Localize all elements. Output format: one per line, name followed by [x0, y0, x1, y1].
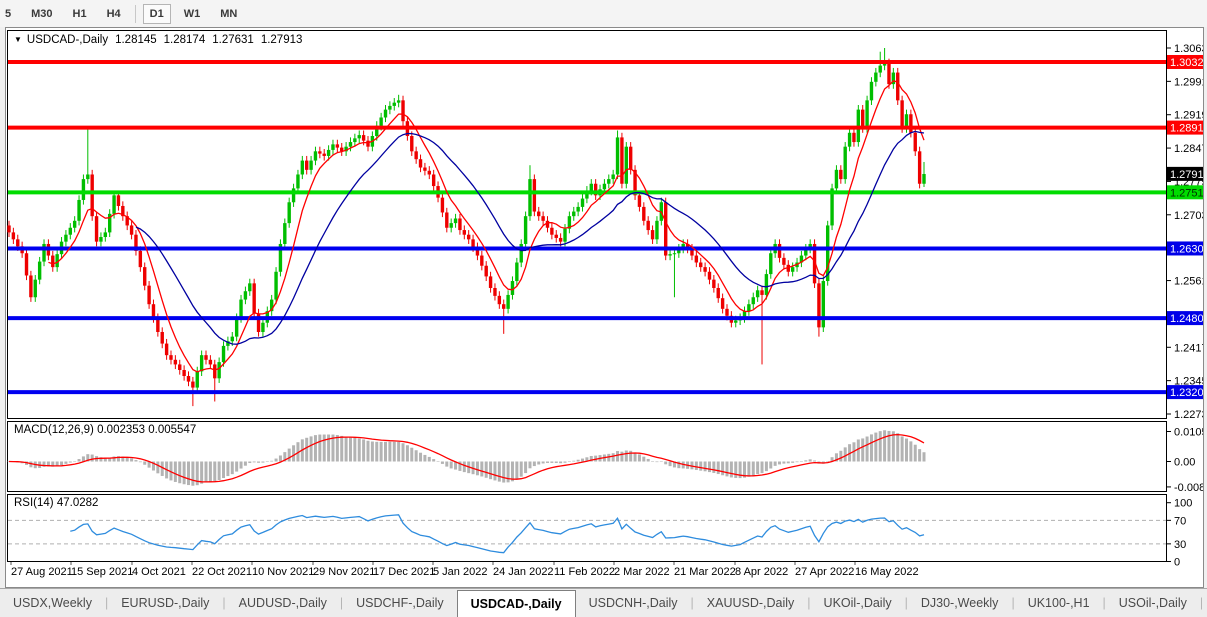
date-axis: 27 Aug 202115 Sep 20214 Oct 2021 22 Oct 2…: [10, 562, 919, 578]
svg-text:27 Apr 2022: 27 Apr 2022: [795, 566, 854, 578]
timeframe-button-m30[interactable]: M30: [24, 4, 59, 24]
toolbar-separator: [134, 4, 136, 23]
macd-values: 0.002353 0.005547: [97, 424, 197, 436]
svg-text:17 Dec 2021: 17 Dec 2021: [373, 566, 435, 578]
chart-open-value: 1.28145: [115, 34, 157, 46]
symbol-dropdown-icon[interactable]: ▼: [14, 35, 22, 44]
chart-symbol: USDCAD-,Daily: [26, 34, 109, 46]
svg-text:2 Mar 2022: 2 Mar 2022: [614, 566, 670, 578]
svg-text:0.010578: 0.010578: [1174, 426, 1203, 438]
tab-hk50-h[interactable]: HK50-,H: [1203, 589, 1207, 617]
tab-usdx-weekly[interactable]: USDX,Weekly: [0, 589, 105, 617]
svg-text:29 Nov 2021: 29 Nov 2021: [313, 566, 375, 578]
svg-text:10 Nov 2021: 10 Nov 2021: [252, 566, 314, 578]
timeframe-toolbar: 5 M30 H1 H4 D1 W1 MN: [0, 0, 1207, 27]
svg-text:5 Jan 2022: 5 Jan 2022: [433, 566, 487, 578]
svg-text:100: 100: [1174, 498, 1192, 510]
chart-close-value: 1.27913: [260, 34, 303, 46]
tab-xauusd-daily[interactable]: XAUUSD-,Daily: [694, 589, 808, 617]
price-axis: 1.306301.299101.291901.284701.277501.270…: [1166, 43, 1203, 421]
tab-dj30-weekly[interactable]: DJ30-,Weekly: [908, 589, 1012, 617]
svg-text:8 Apr 2022: 8 Apr 2022: [735, 566, 788, 578]
timeframe-button-5[interactable]: 5: [0, 4, 18, 24]
svg-text:30: 30: [1174, 539, 1186, 551]
svg-text:4 Oct 2021: 4 Oct 2021: [132, 566, 186, 578]
svg-text:70: 70: [1174, 515, 1186, 527]
svg-text:1.30630: 1.30630: [1174, 43, 1203, 55]
timeframe-button-d1[interactable]: D1: [142, 3, 171, 24]
svg-text:-0.00896: -0.00896: [1174, 482, 1203, 494]
tab-usdcnh-daily[interactable]: USDCNH-,Daily: [576, 589, 691, 617]
chart-canvas[interactable]: 1.306301.299101.291901.284701.277501.270…: [6, 28, 1203, 587]
indicator-axes: 0.010578 0.00 -0.00896 100 70 30 0: [1166, 426, 1203, 569]
svg-text:16 May 2022: 16 May 2022: [855, 566, 919, 578]
svg-text:1.28912: 1.28912: [1170, 123, 1203, 135]
svg-text:1.23203: 1.23203: [1170, 387, 1203, 399]
svg-text:1.27913: 1.27913: [1170, 169, 1203, 181]
tab-eurusd-daily[interactable]: EURUSD-,Daily: [108, 589, 222, 617]
svg-text:0.00: 0.00: [1174, 457, 1195, 469]
svg-text:1.24800: 1.24800: [1170, 313, 1203, 325]
svg-text:0: 0: [1174, 557, 1180, 569]
timeframe-button-h4[interactable]: H4: [100, 4, 128, 24]
svg-text:1.24170: 1.24170: [1174, 342, 1203, 354]
svg-text:1.27030: 1.27030: [1174, 210, 1203, 222]
svg-text:1.29910: 1.29910: [1174, 76, 1203, 88]
tab-audusd-daily[interactable]: AUDUSD-,Daily: [226, 589, 340, 617]
tab-uk100-h1[interactable]: UK100-,H1: [1015, 589, 1103, 617]
svg-text:11 Feb 2022: 11 Feb 2022: [554, 566, 615, 578]
rsi-label: RSI(14) 47.0282: [14, 497, 98, 509]
panel-borders: [7, 30, 1167, 562]
svg-text:22 Oct 2021: 22 Oct 2021: [192, 566, 252, 578]
svg-text:1.22730: 1.22730: [1174, 409, 1203, 421]
svg-text:15 Sep 2021: 15 Sep 2021: [71, 566, 133, 578]
tab-usdchf-daily[interactable]: USDCHF-,Daily: [343, 589, 457, 617]
rsi-name: RSI(14): [14, 497, 54, 509]
timeframe-button-mn[interactable]: MN: [213, 4, 244, 24]
macd-label: MACD(12,26,9) 0.002353 0.005547: [14, 424, 196, 436]
timeframe-button-w1[interactable]: W1: [177, 4, 208, 24]
chart-title: ▼ USDCAD-,Daily 1.28145 1.28174 1.27631 1.279…: [14, 34, 302, 46]
chart-high-value: 1.28174: [163, 34, 206, 46]
chart-window: 1.306301.299101.291901.284701.277501.270…: [5, 27, 1204, 588]
svg-text:1.29190: 1.29190: [1174, 110, 1203, 122]
svg-text:1.30328: 1.30328: [1170, 57, 1203, 69]
svg-text:1.27515: 1.27515: [1170, 187, 1203, 199]
svg-text:21 Mar 2022: 21 Mar 2022: [674, 566, 736, 578]
tab-usdcad-daily[interactable]: USDCAD-,Daily: [456, 590, 576, 617]
timeframe-button-h1[interactable]: H1: [66, 4, 94, 24]
rsi-value: 47.0282: [56, 497, 99, 509]
svg-text:27 Aug 2021: 27 Aug 2021: [11, 566, 73, 578]
macd-name: MACD(12,26,9): [14, 424, 94, 436]
svg-text:1.25610: 1.25610: [1174, 276, 1203, 288]
tab-ukoil-daily[interactable]: UKOil-,Daily: [811, 589, 905, 617]
chart-low-value: 1.27631: [212, 34, 254, 46]
svg-text:1.28470: 1.28470: [1174, 143, 1203, 155]
tab-usoil-daily[interactable]: USOil-,Daily: [1106, 589, 1200, 617]
svg-text:1.26303: 1.26303: [1170, 243, 1203, 255]
chart-tabbar: USDX,Weekly | EURUSD-,Daily | AUDUSD-,Daily |…: [0, 588, 1207, 617]
svg-text:24 Jan 2022: 24 Jan 2022: [493, 566, 554, 578]
